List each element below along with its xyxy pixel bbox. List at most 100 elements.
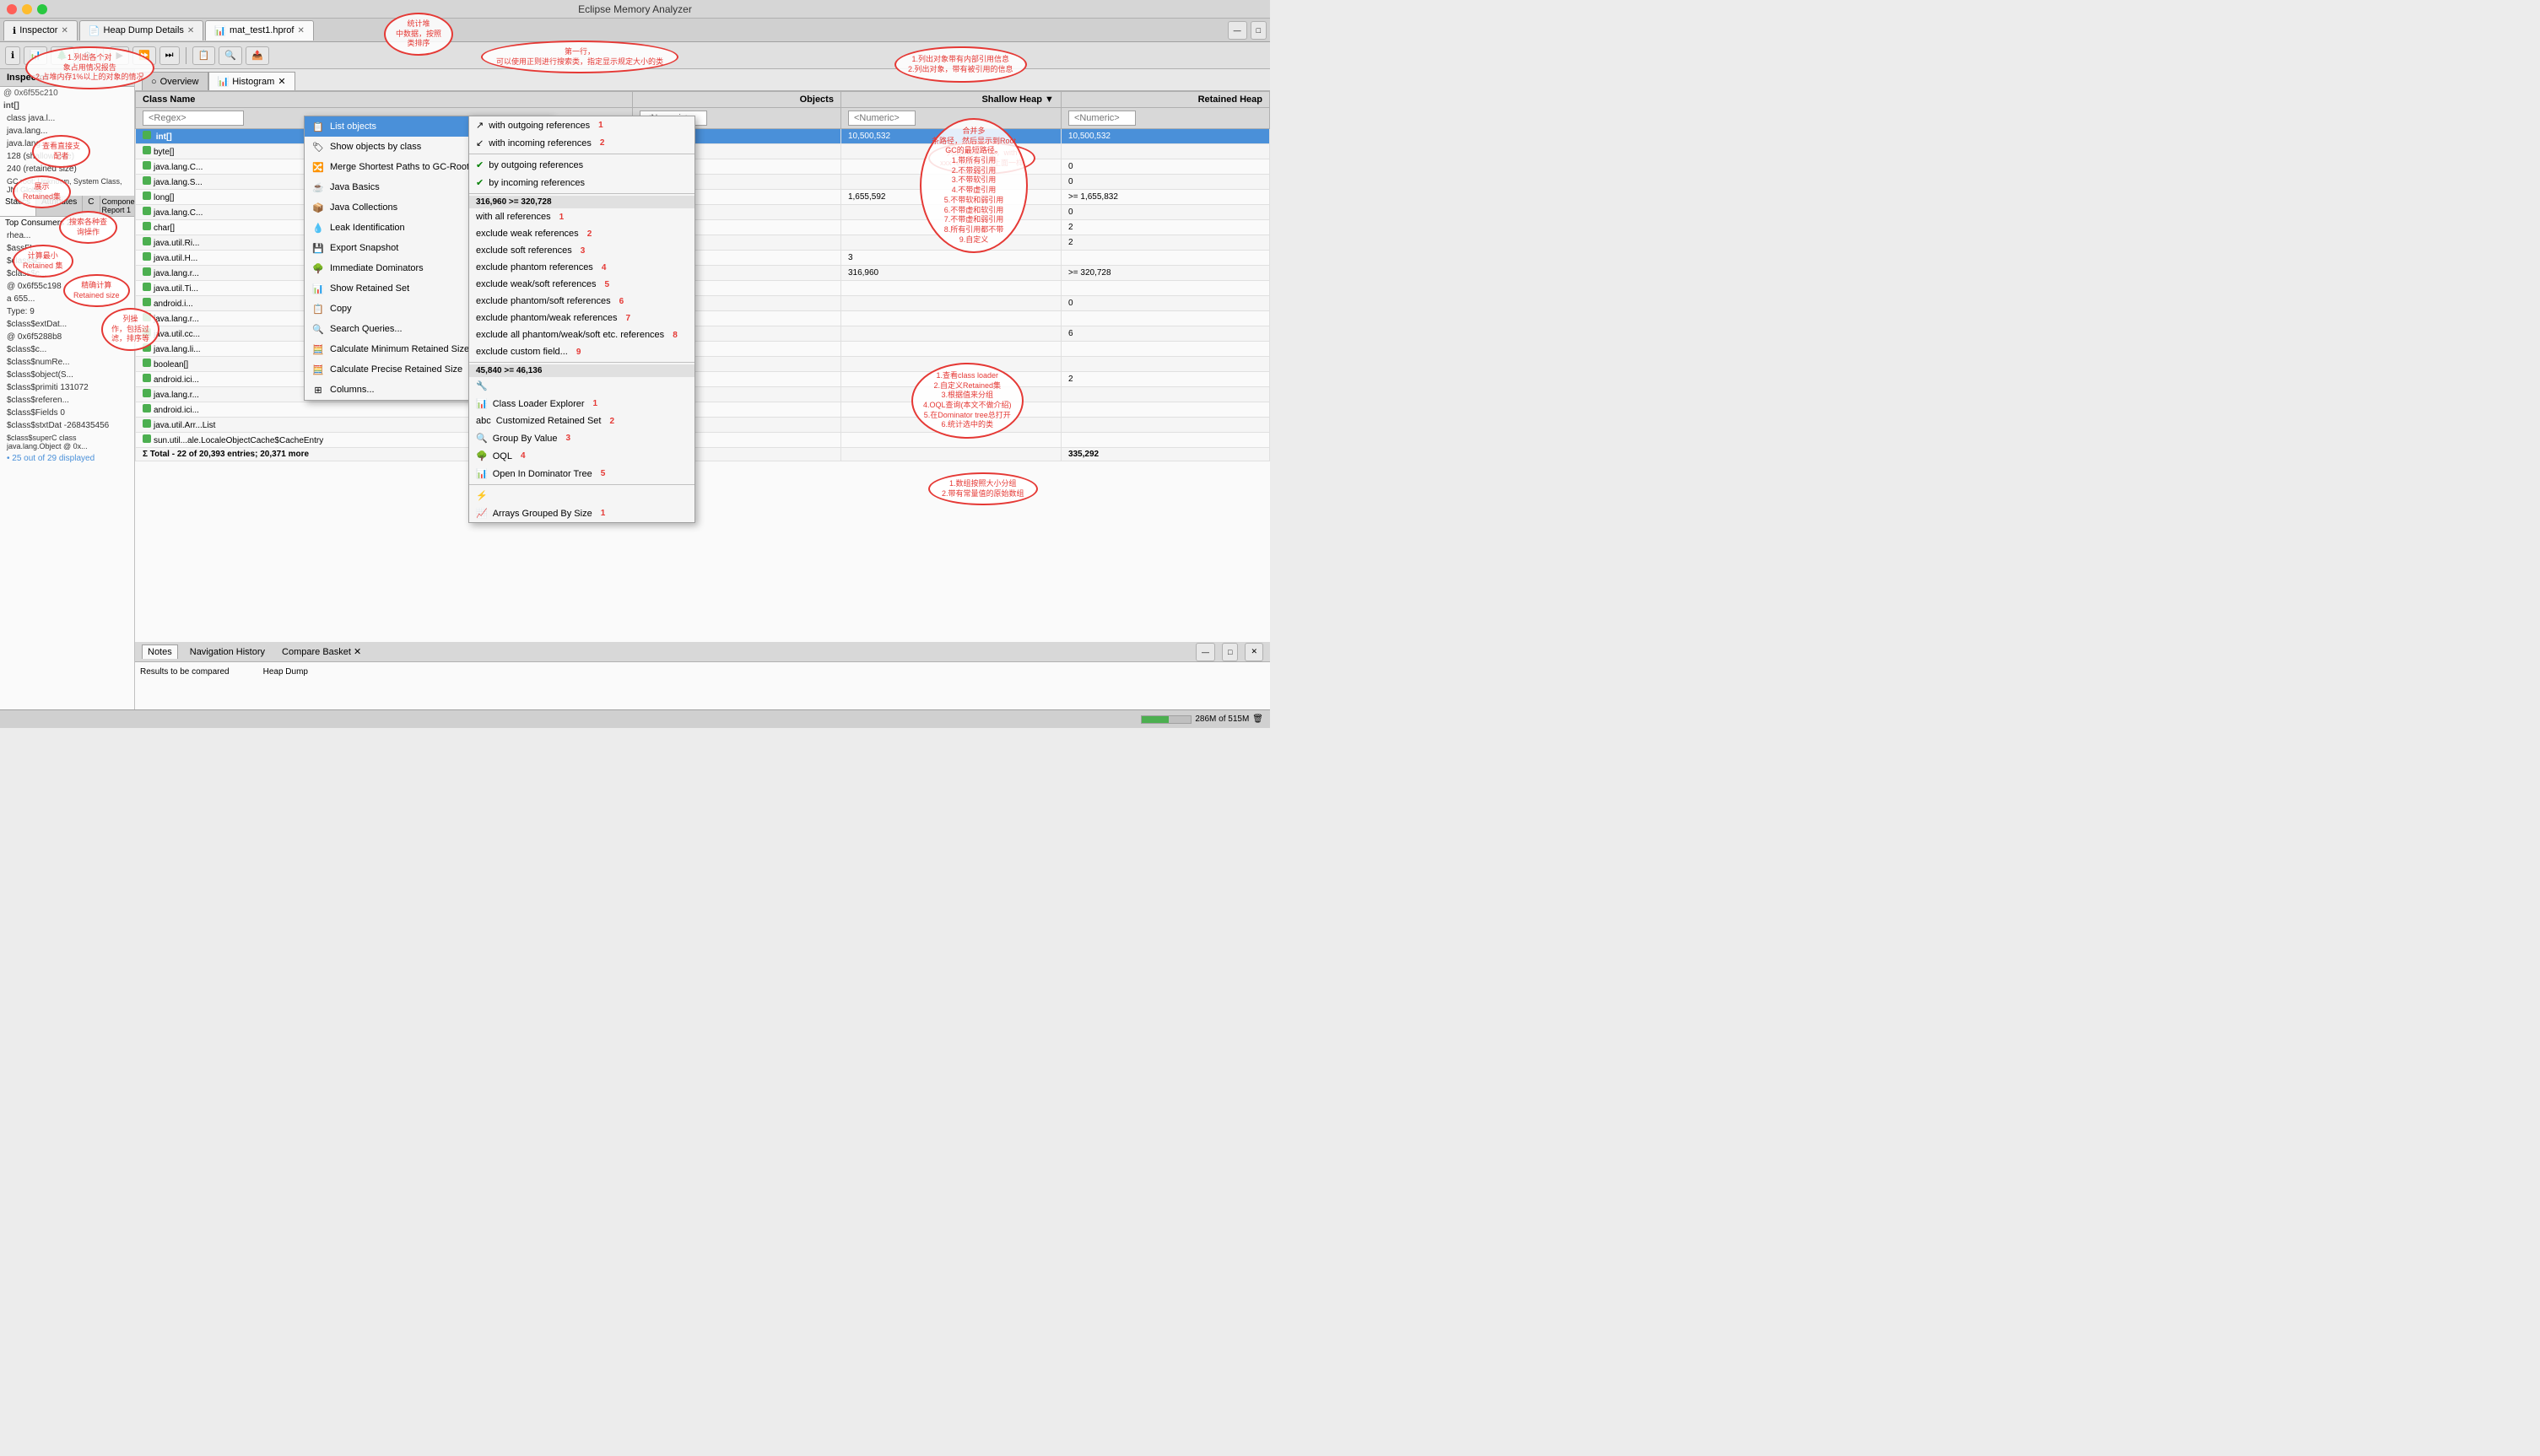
detail-type: Type: 9 xyxy=(0,305,134,318)
traffic-lights xyxy=(7,4,47,14)
submenu-excl-custom[interactable]: exclude custom field... 9 xyxy=(469,343,694,360)
histogram-icon: 📊 xyxy=(218,76,230,87)
col-class-name[interactable]: Class Name xyxy=(136,92,633,108)
search-row-shallow[interactable] xyxy=(840,108,1061,129)
tab-compare[interactable]: Compare Basket ✕ xyxy=(277,644,366,659)
heap-dump-icon: 📄 xyxy=(89,25,100,36)
col-retained[interactable]: Retained Heap xyxy=(1061,92,1269,108)
separator-1 xyxy=(103,47,104,64)
submenu-excl-phantomweak[interactable]: exclude phantom/weak references 7 xyxy=(469,310,694,326)
tab-navigation[interactable]: Navigation History xyxy=(185,645,270,659)
table-row[interactable]: android.ici... xyxy=(136,402,1270,418)
close-inspector-tab[interactable]: ✕ xyxy=(61,26,68,35)
run-btn[interactable]: ▶ xyxy=(110,46,128,65)
arrays-icon: ⚡ xyxy=(476,490,488,501)
c-tab[interactable]: C xyxy=(83,196,100,216)
submenu-excl-weaksoft[interactable]: exclude weak/soft references 5 xyxy=(469,276,694,293)
top-consumers-btn[interactable]: Top Consumers 2 xyxy=(0,217,134,229)
submenu-all-refs[interactable]: with all references 1 xyxy=(469,208,694,225)
bottom-maximize[interactable]: □ xyxy=(1222,643,1238,661)
table-row[interactable]: sun.util...ale.LocaleObjectCache$CacheEn… xyxy=(136,433,1270,448)
submenu-open-dominator[interactable]: 🌳 OQL 4 xyxy=(469,447,694,465)
fast-forward-btn[interactable]: ⏩ xyxy=(132,46,156,65)
compare-left-label: Results to be compared xyxy=(140,667,230,704)
bottom-close[interactable]: ✕ xyxy=(1245,643,1263,661)
info-btn[interactable]: ℹ xyxy=(5,46,20,65)
submenu-excl-weak[interactable]: exclude weak references 2 xyxy=(469,225,694,242)
gc-icon[interactable]: 🗑 xyxy=(1252,715,1263,724)
maximize-view-btn[interactable]: □ xyxy=(1251,21,1267,40)
tab-mat-test[interactable]: 📊 mat_test1.hprof ✕ xyxy=(205,20,314,40)
tab-overview[interactable]: ○ Overview xyxy=(142,72,208,90)
tab-heap-dump-details[interactable]: 📄 Heap Dump Details ✕ xyxy=(79,20,203,40)
submenu-primitive-arrays[interactable]: 📈 Arrays Grouped By Size 1 xyxy=(469,504,694,522)
search-btn[interactable]: 🔍 xyxy=(219,46,242,65)
submenu-class-loader[interactable]: 🔧 xyxy=(469,377,694,395)
class-search-input[interactable] xyxy=(143,111,244,126)
submenu-custom-retained[interactable]: 📊 Class Loader Explorer 1 xyxy=(469,395,694,413)
compare-right-label: Heap Dump xyxy=(263,667,308,704)
submenu-section-2: 45,840 >= 46,136 xyxy=(469,364,694,377)
submenu-group-by-value[interactable]: abc Customized Retained Set 2 xyxy=(469,413,694,429)
table-row[interactable]: java.util.Arr...List 1,975 xyxy=(136,418,1270,433)
submenu-excl-phantom[interactable]: exclude phantom references 4 xyxy=(469,259,694,276)
class-icon xyxy=(143,359,151,367)
close-histogram-tab[interactable]: ✕ xyxy=(278,76,285,87)
settings-btn[interactable]: ⚙ xyxy=(78,46,98,65)
class-icon xyxy=(143,419,151,428)
col-shallow[interactable]: Shallow Heap ▼ xyxy=(840,92,1061,108)
inspector-header: Inspector xyxy=(0,69,134,87)
statics-tab[interactable]: Statics xyxy=(0,196,36,216)
submenu-arrays-grouped[interactable]: ⚡ xyxy=(469,487,694,504)
collections-icon: 📦 xyxy=(311,201,325,214)
class-icon xyxy=(143,404,151,413)
status-bar: 286M of 515M 🗑 xyxy=(0,709,1270,728)
primitive-icon: 📈 xyxy=(476,508,488,519)
submenu-show-histogram[interactable]: 📊 Open In Dominator Tree 5 xyxy=(469,465,694,483)
skip-btn[interactable]: ⏭ xyxy=(159,46,180,65)
submenu-by-incoming[interactable]: ✔ by incoming references xyxy=(469,174,694,191)
tab-notes[interactable]: Notes xyxy=(142,644,178,659)
bottom-tab-bar: Notes Navigation History Compare Basket … xyxy=(135,642,1270,662)
dominator-btn[interactable]: 🌲 xyxy=(51,46,74,65)
tab-inspector[interactable]: ℹ Inspector ✕ xyxy=(3,20,78,40)
attributes-tab[interactable]: Attributes xyxy=(36,196,83,216)
minimize-view-btn[interactable]: — xyxy=(1228,21,1247,40)
submenu-oql[interactable]: 🔍 Group By Value 3 xyxy=(469,429,694,447)
submenu-excl-all[interactable]: exclude all phantom/weak/soft etc. refer… xyxy=(469,326,694,343)
search-row-retained[interactable] xyxy=(1061,108,1269,129)
calc2-icon: 🧮 xyxy=(311,363,325,376)
shallow-filter-input[interactable] xyxy=(848,111,916,126)
leak-icon: 💧 xyxy=(311,221,325,235)
hprof-icon: 📊 xyxy=(214,25,226,36)
copy-btn[interactable]: 📋 xyxy=(192,46,216,65)
close-button[interactable] xyxy=(7,4,17,14)
inspector-class-java: class java.l... xyxy=(0,112,134,125)
tab-histogram[interactable]: 📊 Histogram ✕ xyxy=(208,72,295,90)
group-icon: abc xyxy=(476,416,491,426)
detail-addr2: @ 0x6f5288b8 xyxy=(0,331,134,343)
java-icon: ☕ xyxy=(311,181,325,194)
col-objects[interactable]: Objects xyxy=(632,92,840,108)
close-heap-dump-tab[interactable]: ✕ xyxy=(187,26,194,35)
retained-filter-input[interactable] xyxy=(1068,111,1136,126)
close-mat-tab[interactable]: ✕ xyxy=(297,26,304,35)
bottom-minimize[interactable]: — xyxy=(1196,643,1215,661)
class-icon xyxy=(143,374,151,382)
close-compare-tab[interactable]: ✕ xyxy=(354,647,361,657)
detail-classc3: $class$c... xyxy=(0,343,134,356)
submenu-with-incoming[interactable]: ↙ with incoming references 2 xyxy=(469,134,694,152)
submenu-excl-soft[interactable]: exclude soft references 3 xyxy=(469,242,694,259)
minimize-button[interactable] xyxy=(22,4,32,14)
cell-shallow: 10,500,532 xyxy=(840,129,1061,144)
export-btn[interactable]: 📤 xyxy=(246,46,269,65)
submenu-by-outgoing[interactable]: ✔ by outgoing references xyxy=(469,156,694,174)
bottom-panel: Notes Navigation History Compare Basket … xyxy=(135,642,1270,709)
maximize-button[interactable] xyxy=(37,4,47,14)
class-icon xyxy=(143,343,151,352)
submenu-excl-phantomsoft[interactable]: exclude phantom/soft references 6 xyxy=(469,293,694,310)
memory-text: 286M of 515M xyxy=(1195,715,1249,724)
histogram-btn[interactable]: 📊 xyxy=(24,46,47,65)
submenu-with-outgoing[interactable]: ↗ with outgoing references 1 xyxy=(469,116,694,134)
detail-addr: @ 0x6f55c198 xyxy=(0,280,134,293)
